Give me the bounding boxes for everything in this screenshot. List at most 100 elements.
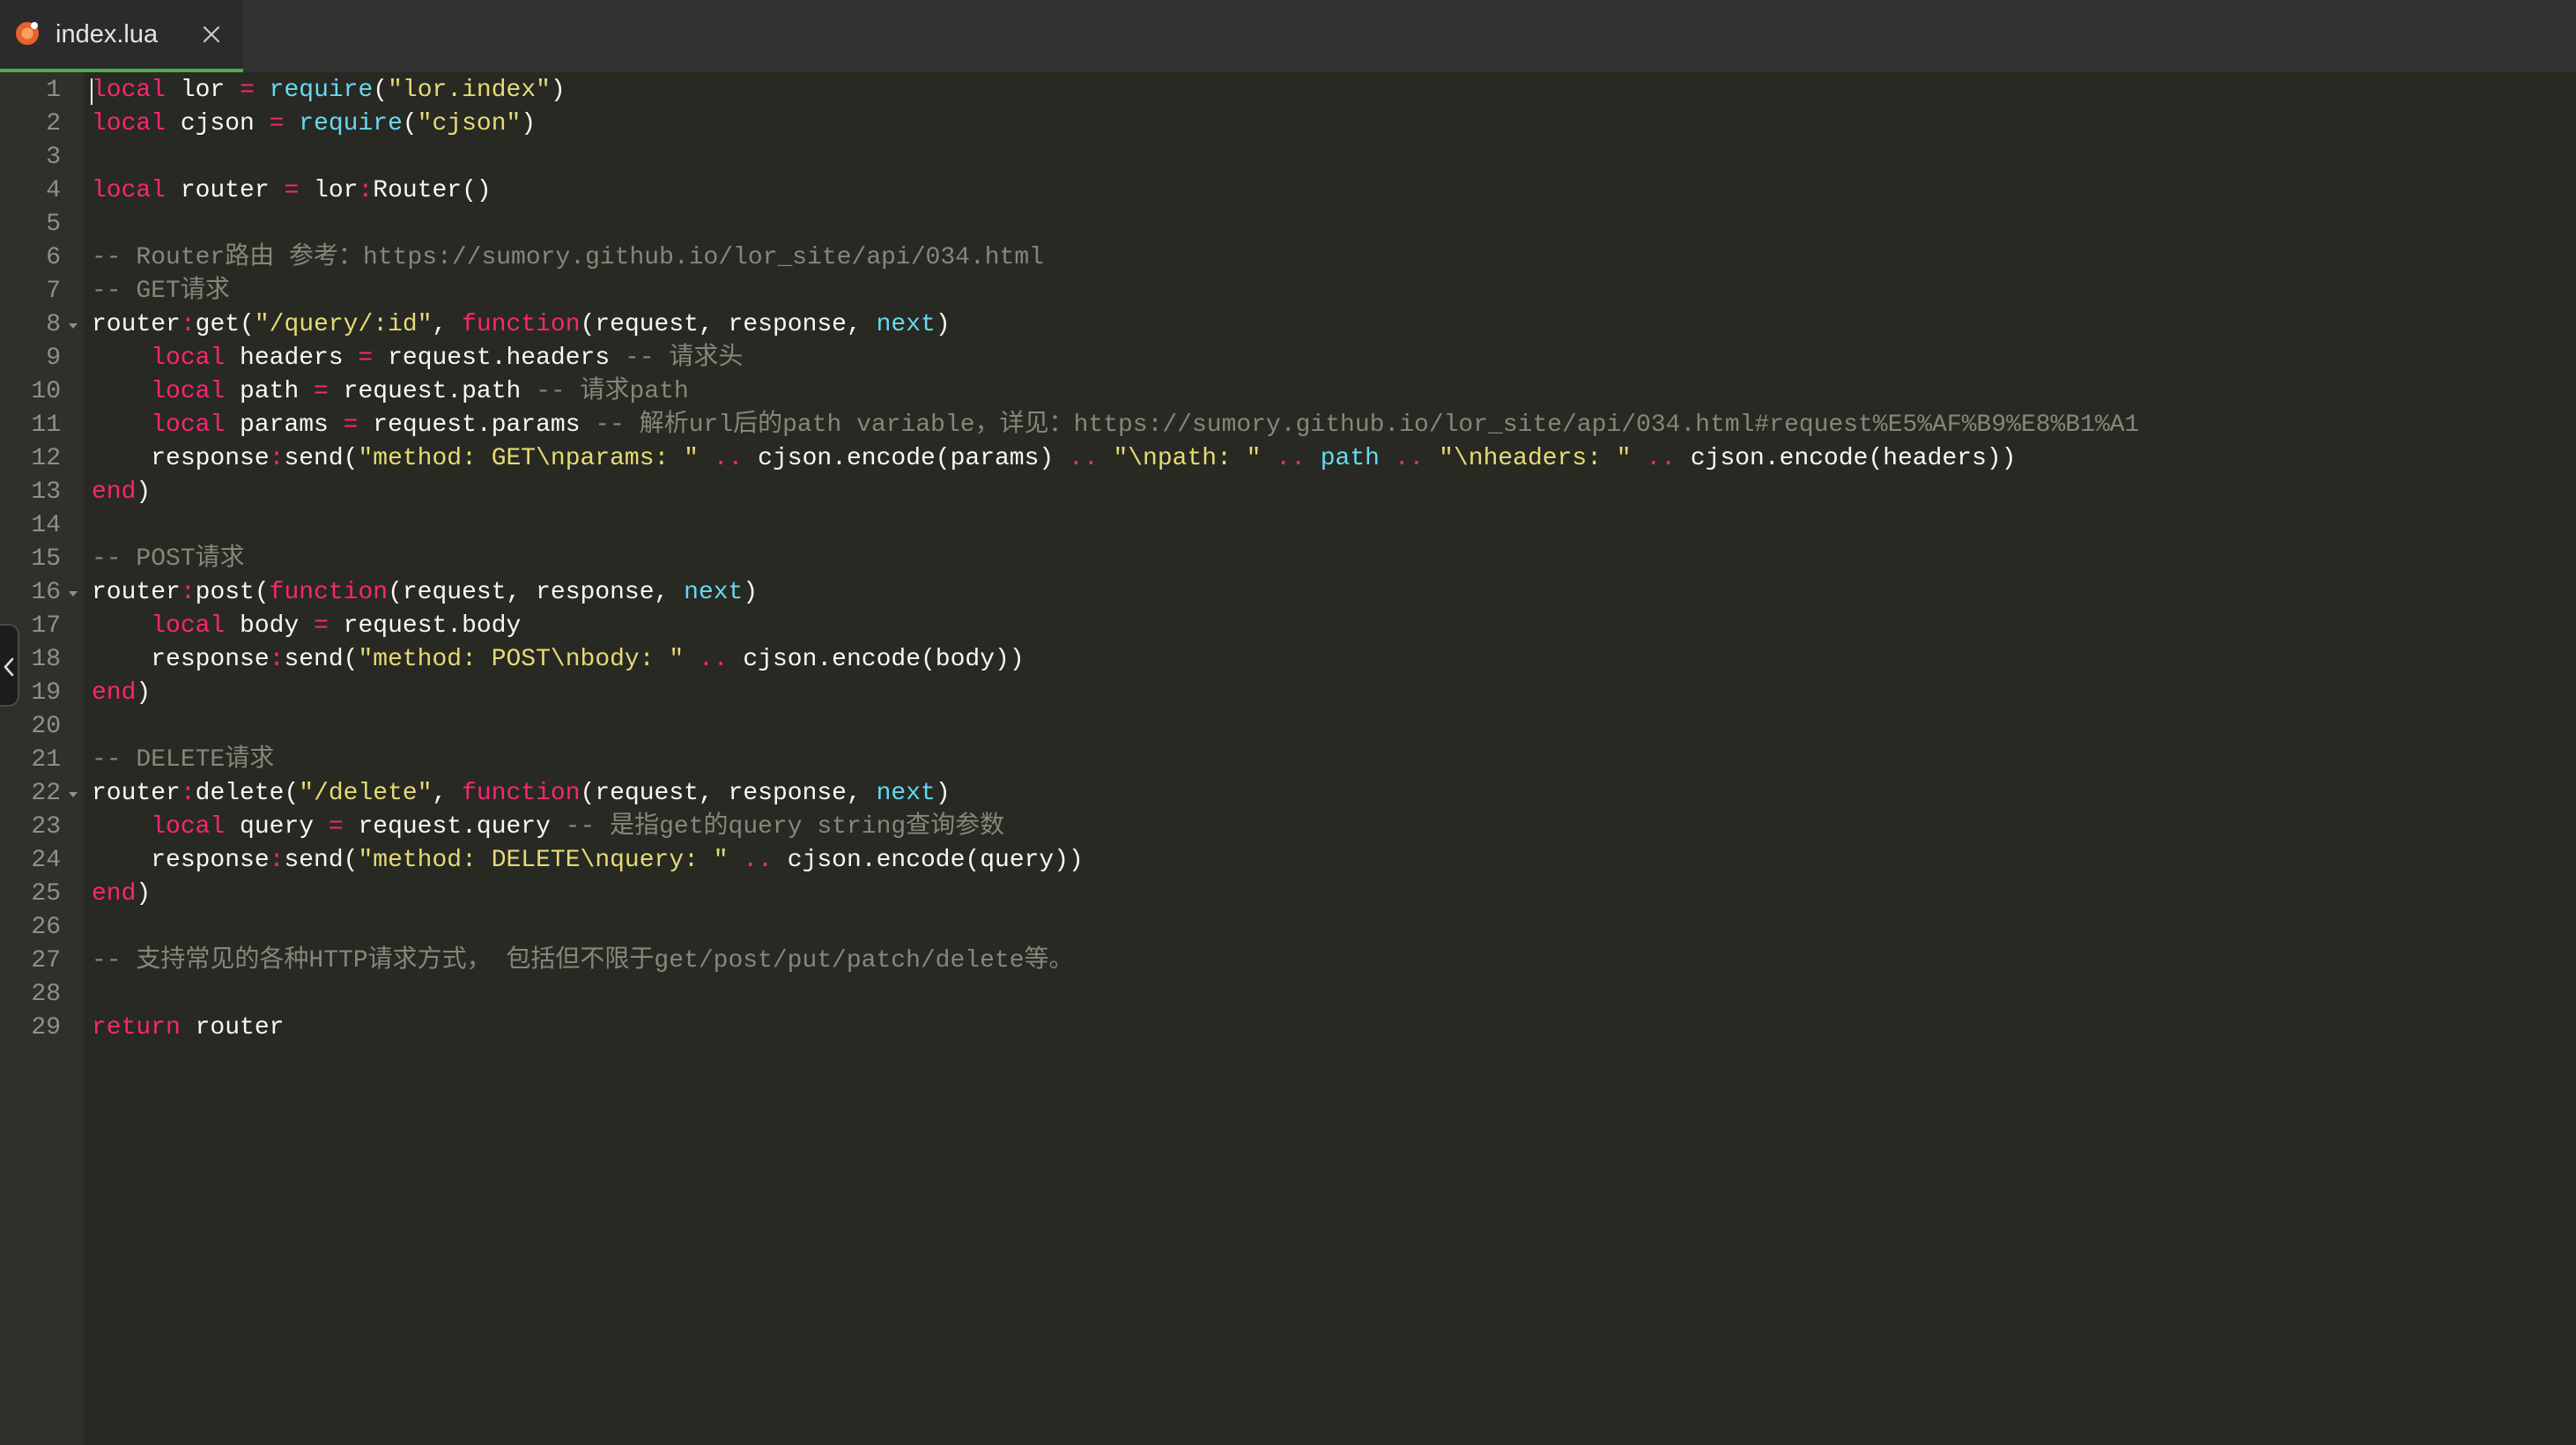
code-line-content[interactable] bbox=[84, 978, 2576, 1012]
line-number: 4 bbox=[46, 177, 61, 204]
code-line-content[interactable] bbox=[84, 710, 2576, 744]
code-text: (request, response, bbox=[580, 311, 877, 338]
code-text: post( bbox=[195, 579, 270, 606]
code-string: "/query/:id" bbox=[254, 311, 433, 338]
code-text: , bbox=[432, 780, 463, 807]
code-string: "lor.index" bbox=[388, 77, 551, 104]
code-line-content[interactable]: return router bbox=[84, 1012, 2576, 1045]
code-line-content[interactable]: local router = lor:Router() bbox=[84, 174, 2576, 208]
code-line[interactable]: 3 bbox=[0, 141, 2576, 174]
code-line-content[interactable]: local query = request.query -- 是指get的que… bbox=[84, 811, 2576, 844]
code-line-content[interactable] bbox=[84, 208, 2576, 241]
code-line-content[interactable]: router:delete("/delete", function(reques… bbox=[84, 777, 2576, 811]
code-text: (request, response, bbox=[580, 780, 877, 807]
code-text: query bbox=[225, 813, 329, 841]
code-line[interactable]: 12 response:send("method: GET\nparams: "… bbox=[0, 442, 2576, 476]
code-line-content[interactable]: local path = request.path -- 请求path bbox=[84, 375, 2576, 409]
fold-gutter-cell bbox=[61, 409, 84, 442]
code-line-content[interactable]: router:get("/query/:id", function(reques… bbox=[84, 308, 2576, 342]
code-line[interactable]: 6 -- Router路由 参考：https://sumory.github.io… bbox=[0, 241, 2576, 275]
code-line[interactable]: 5 bbox=[0, 208, 2576, 241]
code-text: headers bbox=[225, 345, 359, 372]
code-line[interactable]: 13 end) bbox=[0, 476, 2576, 509]
code-operator: : bbox=[180, 780, 196, 807]
code-line-content[interactable] bbox=[84, 141, 2576, 174]
code-line-content[interactable]: end) bbox=[84, 878, 2576, 911]
code-line-content[interactable]: router:post(function(request, response, … bbox=[84, 576, 2576, 610]
code-text: send( bbox=[284, 847, 359, 874]
code-string: "\npath: " bbox=[1113, 445, 1262, 472]
code-line[interactable]: 14 bbox=[0, 509, 2576, 543]
code-line[interactable]: 15 -- POST请求 bbox=[0, 543, 2576, 576]
code-line[interactable]: 25 end) bbox=[0, 878, 2576, 911]
code-line-content[interactable]: response:send("method: POST\nbody: " .. … bbox=[84, 643, 2576, 677]
code-line[interactable]: 29 return router bbox=[0, 1012, 2576, 1045]
line-number: 1 bbox=[46, 77, 61, 104]
code-line-content[interactable]: end) bbox=[84, 476, 2576, 509]
fold-gutter-cell bbox=[61, 710, 84, 744]
close-icon[interactable] bbox=[202, 25, 221, 44]
fold-gutter-cell bbox=[61, 509, 84, 543]
code-line-content[interactable]: local headers = request.headers -- 请求头 bbox=[84, 342, 2576, 375]
code-line[interactable]: 1 local lor = require("lor.index") bbox=[0, 74, 2576, 107]
code-line[interactable]: 10 local path = request.path -- 请求path bbox=[0, 375, 2576, 409]
code-operator: .. bbox=[698, 646, 729, 673]
code-line[interactable]: 23 local query = request.query -- 是指get的… bbox=[0, 811, 2576, 844]
code-line[interactable]: 20 bbox=[0, 710, 2576, 744]
fold-arrow-icon[interactable] bbox=[69, 591, 78, 597]
code-line-content[interactable]: -- Router路由 参考：https://sumory.github.io/… bbox=[84, 241, 2576, 275]
code-text: lor bbox=[299, 177, 359, 204]
code-editor[interactable]: 1 local lor = require("lor.index") 2 local … bbox=[0, 72, 2576, 1445]
code-line-content[interactable]: local params = request.params -- 解析url后的… bbox=[84, 409, 2576, 442]
code-line-content[interactable]: local body = request.body bbox=[84, 610, 2576, 643]
code-comment: -- 解析url后的path variable，详见：https://sumor… bbox=[595, 411, 2140, 439]
sidebar-toggle-button[interactable] bbox=[0, 624, 19, 707]
code-line-content[interactable]: -- 支持常见的各种HTTP请求方式， 包括但不限于get/post/put/p… bbox=[84, 945, 2576, 978]
code-line[interactable]: 24 response:send("method: DELETE\nquery:… bbox=[0, 844, 2576, 878]
code-text: ) bbox=[935, 780, 951, 807]
code-line-content[interactable] bbox=[84, 509, 2576, 543]
code-line[interactable]: 2 local cjson = require("cjson") bbox=[0, 107, 2576, 141]
code-line-content[interactable]: end) bbox=[84, 677, 2576, 710]
code-line[interactable]: 17 local body = request.body bbox=[0, 610, 2576, 643]
tab-index-lua[interactable]: index.lua bbox=[0, 0, 243, 72]
fold-gutter-cell bbox=[61, 576, 84, 610]
line-number: 9 bbox=[46, 345, 61, 372]
code-line[interactable]: 16 router:post(function(request, response… bbox=[0, 576, 2576, 610]
code-line-content[interactable]: local lor = require("lor.index") bbox=[84, 74, 2576, 107]
code-line-content[interactable]: -- DELETE请求 bbox=[84, 744, 2576, 777]
fold-arrow-icon[interactable] bbox=[69, 792, 78, 797]
code-line[interactable]: 9 local headers = request.headers -- 请求头 bbox=[0, 342, 2576, 375]
code-text: request.path bbox=[328, 378, 537, 405]
code-line[interactable]: 4 local router = lor:Router() bbox=[0, 174, 2576, 208]
code-line[interactable]: 21 -- DELETE请求 bbox=[0, 744, 2576, 777]
code-operator: = bbox=[269, 110, 285, 137]
fold-gutter-cell bbox=[61, 342, 84, 375]
code-line[interactable]: 7 -- GET请求 bbox=[0, 275, 2576, 308]
fold-arrow-icon[interactable] bbox=[69, 323, 78, 329]
code-line-content[interactable]: -- GET请求 bbox=[84, 275, 2576, 308]
code-line[interactable]: 19 end) bbox=[0, 677, 2576, 710]
code-line-content[interactable]: response:send("method: GET\nparams: " ..… bbox=[84, 442, 2576, 476]
code-line-content[interactable]: local cjson = require("cjson") bbox=[84, 107, 2576, 141]
code-line[interactable]: 27 -- 支持常见的各种HTTP请求方式， 包括但不限于get/post/put… bbox=[0, 945, 2576, 978]
code-keyword: local bbox=[92, 110, 167, 137]
code-operator: : bbox=[180, 311, 196, 338]
code-line[interactable]: 22 router:delete("/delete", function(requ… bbox=[0, 777, 2576, 811]
code-line[interactable]: 28 bbox=[0, 978, 2576, 1012]
code-line[interactable]: 8 router:get("/query/:id", function(reque… bbox=[0, 308, 2576, 342]
code-line[interactable]: 26 bbox=[0, 911, 2576, 945]
code-line[interactable]: 11 local params = request.params -- 解析ur… bbox=[0, 409, 2576, 442]
code-operator: .. bbox=[1276, 445, 1306, 472]
code-line-content[interactable] bbox=[84, 911, 2576, 945]
fold-gutter-cell bbox=[61, 174, 84, 208]
code-line-content[interactable]: response:send("method: DELETE\nquery: " … bbox=[84, 844, 2576, 878]
code-line-content[interactable]: -- POST请求 bbox=[84, 543, 2576, 576]
fold-gutter-cell bbox=[61, 610, 84, 643]
code-line[interactable]: 18 response:send("method: POST\nbody: " … bbox=[0, 643, 2576, 677]
fold-gutter-cell bbox=[61, 744, 84, 777]
code-comment: -- 是指get的query string查询参数 bbox=[565, 813, 1005, 841]
